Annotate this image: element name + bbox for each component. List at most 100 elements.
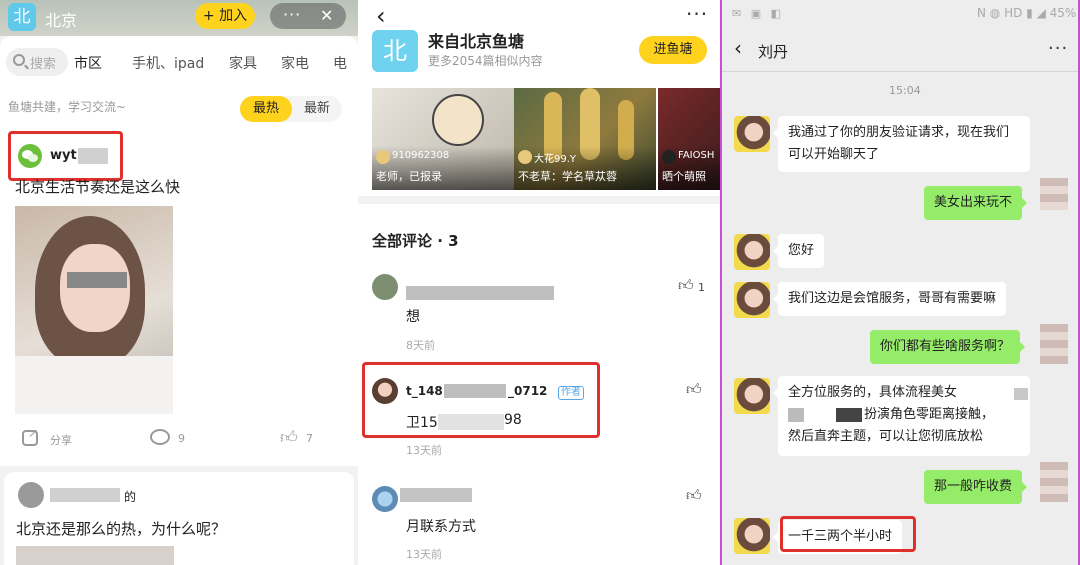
contact-name: 刘丹 [758, 43, 789, 61]
comment-count: 9 [178, 432, 185, 445]
related-post-tile[interactable]: 910962308 老师，已报录 [372, 88, 514, 190]
pond-count: 更多2054篇相似内容 [428, 54, 543, 68]
status-icons-left: ✉ ▣ ◧ [732, 7, 784, 20]
post-text: 北京还是那么的热，为什么呢？ [16, 520, 227, 538]
avatar[interactable] [1040, 324, 1068, 364]
more-icon[interactable]: ··· [283, 5, 301, 24]
comment-icon[interactable] [150, 429, 170, 445]
tile-author: 大花99.Y [534, 154, 577, 165]
category-tab-furniture[interactable]: 家具 [229, 53, 257, 73]
pond-header: 北 北京 + 加入 ··· ✕ [0, 0, 358, 36]
highlight-box [780, 516, 916, 552]
avatar [662, 150, 676, 164]
search-icon [13, 54, 25, 66]
mosaic-blur [406, 286, 554, 300]
avatar[interactable] [372, 486, 398, 512]
search-input[interactable]: 搜索 [6, 48, 68, 76]
tile-caption: 不老草：学名草苁蓉 [518, 170, 617, 183]
mosaic-blur [788, 408, 804, 422]
tile-author: FAIOSH [678, 150, 715, 161]
share-label[interactable]: 分享 [50, 432, 72, 448]
like-count: 7 [306, 432, 313, 445]
comment-time: 8天前 [406, 339, 435, 352]
avatar[interactable] [372, 274, 398, 300]
status-icons-right: N ◍ HD ▮ ◢ 45% ▮ 15:15 [977, 6, 1078, 20]
close-icon[interactable]: ✕ [320, 6, 333, 25]
pond-title: 来自北京鱼塘 [428, 32, 525, 51]
mosaic-blur [400, 488, 472, 502]
message-in: 您好 [772, 234, 825, 268]
avatar[interactable] [1040, 462, 1068, 502]
tile-caption: 老师，已报录 [376, 170, 442, 183]
avatar[interactable] [734, 234, 770, 270]
post-detail-panel: ‹ ··· 北 来自北京鱼塘 更多2054篇相似内容 进鱼塘 910962308… [358, 0, 720, 565]
mosaic-blur [836, 408, 862, 422]
pond-city-title: 北京 [45, 11, 78, 30]
sort-new-button[interactable]: 最新 [292, 96, 342, 122]
post-photo [16, 546, 174, 565]
message-line: 全方位服务的，具体流程美女 [788, 385, 958, 400]
chat-timestamp: 15:04 [889, 84, 921, 97]
chat-panel: ✉ ▣ ◧ N ◍ HD ▮ ◢ 45% ▮ 15:15 ‹ 刘丹 ··· 15… [720, 0, 1080, 565]
mosaic-blur [50, 488, 120, 502]
related-post-tile[interactable]: 大花99.Y 不老草：学名草苁蓉 [514, 88, 656, 190]
avatar [518, 150, 532, 164]
like-icon[interactable]: 👍︎ [678, 276, 694, 295]
post-card[interactable]: 的 北京还是那么的热，为什么呢？ [4, 472, 354, 565]
comment-text: 想 [406, 309, 420, 325]
like-icon[interactable]: 👍︎ [686, 486, 702, 505]
avatar [376, 150, 390, 164]
highlight-box [362, 362, 600, 438]
tile-caption: 晒个萌照 [662, 170, 706, 183]
more-icon[interactable]: ··· [686, 2, 708, 26]
join-button[interactable]: + 加入 [195, 3, 255, 29]
back-icon[interactable]: ‹ [376, 2, 386, 30]
mini-program-capsule: ··· ✕ [270, 3, 346, 29]
message-line: 扮演角色零距离接触， [864, 407, 995, 422]
pond-tagline: 鱼塘共建，学习交流~ [8, 100, 127, 114]
search-placeholder: 搜索 [30, 57, 57, 72]
message-in: 我们这边是会馆服务，哥哥有需要嘛 [772, 282, 1007, 316]
comment-time: 13天前 [406, 548, 442, 561]
message-out: 美女出来玩不 [924, 186, 1028, 220]
category-tab-more[interactable]: 电 [333, 53, 347, 73]
category-tab-city[interactable]: 市区 [74, 53, 102, 73]
pond-feed-panel: 北 北京 + 加入 ··· ✕ 搜索 市区 手机、ipad 家具 家电 电 鱼塘… [0, 0, 358, 565]
sort-hot-button[interactable]: 最热 [240, 96, 292, 122]
post-author: 的 [124, 490, 137, 504]
avatar[interactable] [734, 116, 770, 152]
message-out: 你们都有些啥服务啊？ [870, 330, 1026, 364]
related-post-tile[interactable]: FAIOSH 晒个萌照 [658, 88, 720, 190]
category-tab-phone[interactable]: 手机、ipad [132, 53, 204, 73]
pond-logo: 北 [372, 30, 418, 72]
message-out: 那一般咋收费 [924, 470, 1028, 504]
like-icon[interactable]: 👍︎ [686, 380, 702, 399]
section-divider [358, 196, 720, 204]
avatar[interactable] [1040, 178, 1068, 210]
enter-pond-button[interactable]: 进鱼塘 [639, 36, 707, 64]
category-tab-appliance[interactable]: 家电 [281, 53, 309, 73]
screenshot-collage: 北 北京 + 加入 ··· ✕ 搜索 市区 手机、ipad 家具 家电 电 鱼塘… [0, 0, 1080, 565]
more-icon[interactable]: ··· [1048, 38, 1068, 59]
like-icon[interactable]: 👍︎ [280, 427, 298, 448]
pond-logo: 北 [8, 3, 36, 31]
message-in: 我通过了你的朋友验证请求，现在我们可以开始聊天了 [773, 116, 1030, 172]
avatar[interactable] [734, 378, 770, 414]
message-in: 全方位服务的，具体流程美女 扮演角色零距离接触， 然后直奔主题，可以让您彻底放松 [773, 376, 1030, 456]
comments-header: 全部评论 · 3 [372, 232, 459, 250]
tile-author: 910962308 [392, 150, 450, 161]
message-line: 然后直奔主题，可以让您彻底放松 [788, 429, 984, 444]
status-bar: ✉ ▣ ◧ N ◍ HD ▮ ◢ 45% ▮ 15:15 [722, 0, 1078, 28]
post-photo[interactable] [15, 206, 173, 414]
share-icon[interactable] [22, 426, 38, 446]
eye-blur [67, 272, 127, 288]
back-icon[interactable]: ‹ [734, 36, 742, 60]
comment-time: 13天前 [406, 444, 442, 457]
avatar[interactable] [734, 282, 770, 318]
post-text[interactable]: 北京生活节奏还是这么快 [15, 176, 180, 197]
mosaic-blur [1014, 388, 1028, 400]
highlight-box [8, 131, 123, 181]
sort-toggle: 最热 最新 [240, 96, 342, 122]
comment-text: 月联系方式 [406, 519, 476, 535]
avatar[interactable] [734, 518, 770, 554]
